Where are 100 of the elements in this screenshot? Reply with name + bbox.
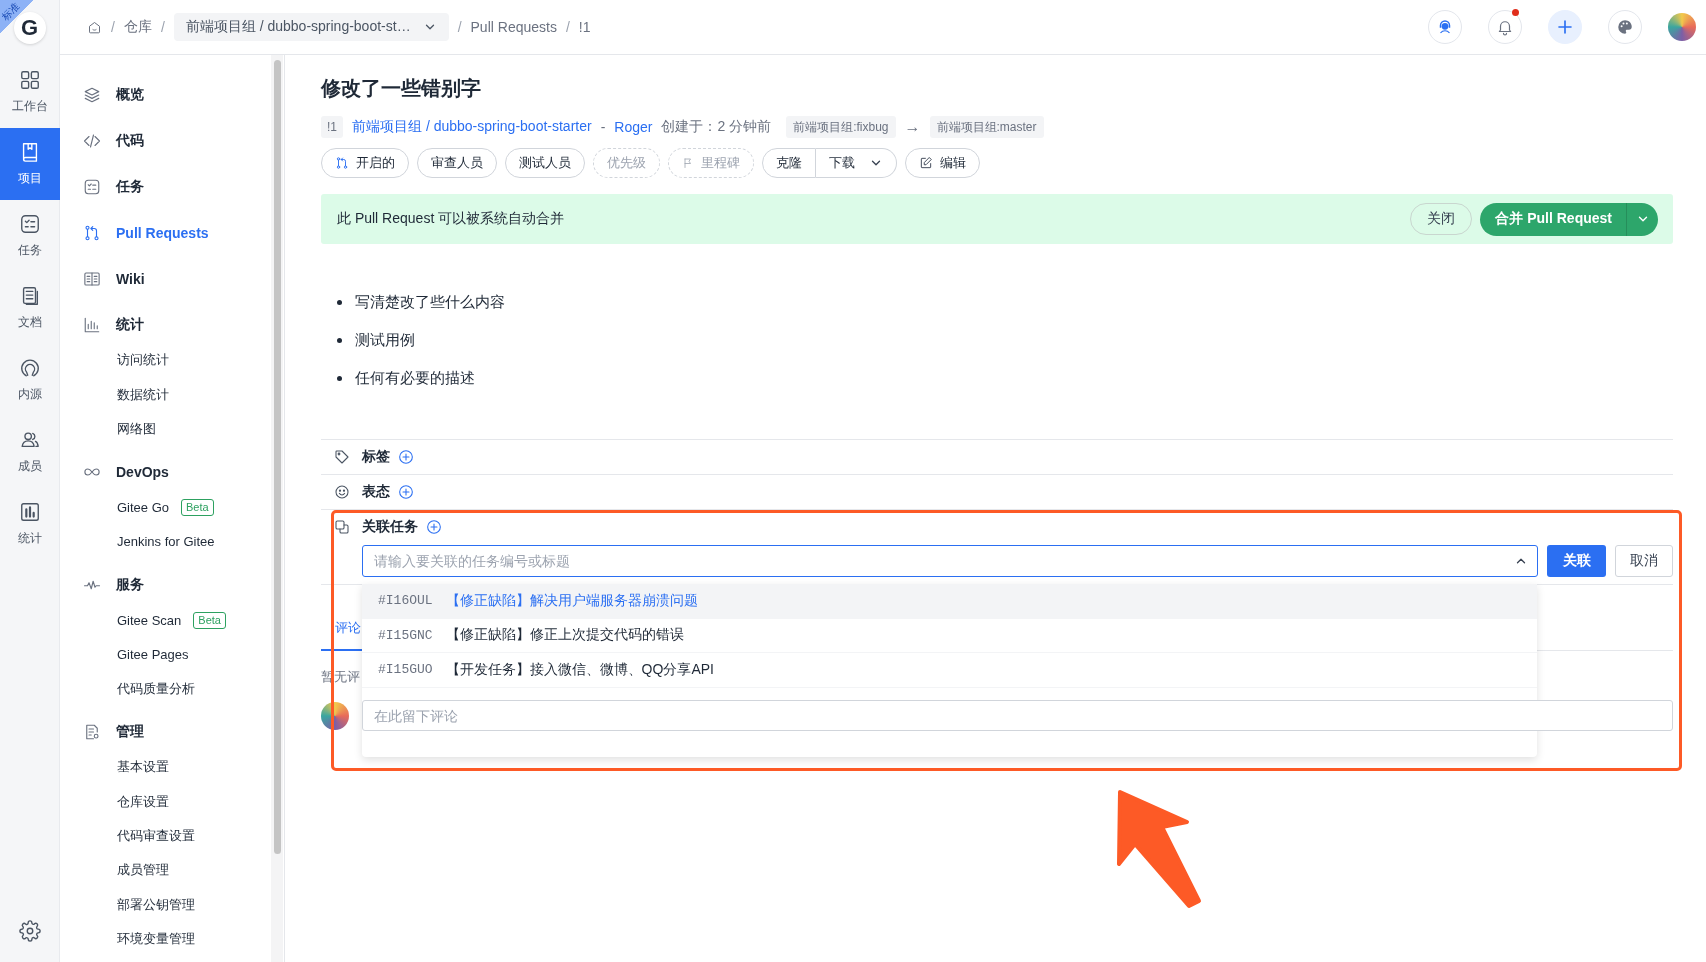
sidebar-item[interactable]: 任务 [60,164,271,210]
sidebar-subitem[interactable]: 网络图 [117,419,156,438]
breadcrumb-separator: / [111,19,115,35]
plus-circle-icon[interactable] [398,484,414,500]
beta-badge: Beta [181,498,214,516]
code-icon [83,132,101,150]
smiley-icon [334,484,350,500]
sidebar-subitem[interactable]: 基本设置 [117,758,169,777]
app-logo[interactable]: G [13,12,46,44]
pull-request-icon [335,156,349,170]
task-option[interactable]: #I15GNC 【修正缺陷】修正上次提交代码的错误 [362,618,1537,653]
sidebar-subitem[interactable]: 环境变量管理 [117,930,195,949]
bar-chart-icon [19,501,41,523]
bar-chart-icon [83,316,101,334]
sidebar-subitem[interactable]: 仓库设置 [117,792,169,811]
assign-button[interactable]: 审查人员 [417,148,497,178]
home-icon[interactable] [87,19,102,35]
notification-dot-icon [1512,9,1519,16]
checklist-icon [19,213,41,235]
clone-button[interactable]: 克隆 [762,148,816,178]
sidebar-subitem[interactable]: 代码质量分析 [117,679,195,698]
settings-icon[interactable] [18,920,41,942]
breadcrumb-link[interactable]: Pull Requests [470,19,557,35]
sidebar-subitem[interactable]: 访问统计 [117,351,169,370]
cancel-button[interactable]: 取消 [1615,545,1673,577]
rail-nav-item[interactable]: 文档 [0,272,60,344]
grid-icon [19,69,41,91]
branch-tag[interactable]: 前端项目组:master [929,116,1044,138]
sidebar-item[interactable]: 概览 [60,72,271,118]
sidebar-item[interactable]: Pull Requests [60,210,271,256]
banner-message: 此 Pull Request 可以被系统自动合并 [337,210,565,228]
comments-tab[interactable]: 评论 [321,607,375,651]
scrollbar-thumb[interactable] [274,60,281,854]
rail-nav-item[interactable]: 统计 [0,488,60,560]
sidebar-item[interactable]: DevOps [60,454,271,491]
arch-icon [19,357,41,379]
link-button[interactable]: 关联 [1547,545,1606,577]
created-time: 创建于：2 分钟前 [661,118,772,136]
edit-icon [919,156,933,170]
beta-badge: Beta [193,611,226,629]
assign-button[interactable]: 测试人员 [505,148,585,178]
user-avatar[interactable] [1668,13,1696,41]
rail-nav-item[interactable]: 成员 [0,416,60,488]
task-search-field[interactable]: 请输入要关联的任务编号或标题 [362,545,1538,577]
breadcrumb-link[interactable]: 仓库 [123,18,152,36]
section-label: 表态 [362,483,390,501]
sidebar-item[interactable]: 代码 [60,118,271,164]
description-item: 任何有必要的描述 [355,368,475,388]
plus-circle-icon[interactable] [426,519,442,535]
pull-request-icon [83,224,101,242]
bell-icon [1496,18,1514,36]
theme-button[interactable] [1608,10,1642,44]
tag-icon [334,449,350,465]
support-button[interactable] [1428,10,1462,44]
sidebar-subitem[interactable]: Jenkins for Gitee [117,534,215,550]
sidebar-subitem[interactable]: 代码审查设置 [117,827,195,846]
rail-nav-item[interactable]: 任务 [0,200,60,272]
plus-circle-icon[interactable] [398,449,414,465]
sidebar-item[interactable]: Wiki [60,256,271,302]
download-button[interactable]: 下载 [816,148,897,178]
author-link[interactable]: Roger [614,119,653,135]
comment-input[interactable]: 在此留下评论 [362,700,1673,731]
description-item: 测试用例 [355,330,415,350]
sidebar-subitem[interactable]: Gitee Go [117,499,170,515]
sidebar-subitem[interactable]: Gitee Scan [117,612,182,628]
overlapping-squares-icon [334,519,350,535]
sidebar-item[interactable]: 服务 [60,566,271,603]
bullet-icon [337,337,342,343]
notifications-button[interactable] [1488,10,1522,44]
layers-icon [83,86,101,104]
breadcrumb-current: !1 [578,19,591,35]
sidebar-item[interactable]: 统计 [60,307,271,343]
task-option[interactable]: #I15GUO 【开发任务】接入微信、微博、QQ分享API [362,653,1537,688]
rail-nav-item[interactable]: 工作台 [0,56,60,128]
breadcrumb-separator: / [160,19,165,35]
checklist-icon [83,178,101,196]
flag-icon [682,157,694,169]
status-button[interactable]: 开启的 [321,148,409,178]
rail-nav-item[interactable]: 项目 [0,128,60,200]
bullet-icon [337,299,342,305]
sidebar-item[interactable]: 管理 [60,714,271,751]
pr-title: 修改了一些错别字 [321,76,482,101]
section-label: 标签 [362,448,390,466]
rail-nav-item[interactable]: 内源 [0,344,60,416]
merge-menu-button[interactable] [1626,202,1658,236]
repo-link[interactable]: 前端项目组 / dubbo-spring-boot-starter [352,118,592,136]
palette-icon [1616,18,1634,36]
sidebar-subitem[interactable]: Gitee Pages [117,647,189,663]
sidebar-subitem[interactable]: 数据统计 [117,385,169,404]
create-button[interactable] [1548,10,1582,44]
branch-tag[interactable]: 前端项目组:fixbug [786,116,896,138]
book-icon [83,270,101,288]
task-option[interactable]: #I16OUL 【修正缺陷】解决用户端服务器崩溃问题 [362,584,1537,619]
meta-separator: - [600,119,606,135]
bullet-icon [337,375,342,381]
sidebar-subitem[interactable]: 部署公钥管理 [117,895,195,914]
description-item: 写清楚改了些什么内容 [355,292,505,312]
edit-button[interactable]: 编辑 [905,148,980,178]
sidebar-subitem[interactable]: 成员管理 [117,861,169,880]
repo-select[interactable]: 前端项目组 / dubbo-spring-boot-st… [173,13,449,41]
